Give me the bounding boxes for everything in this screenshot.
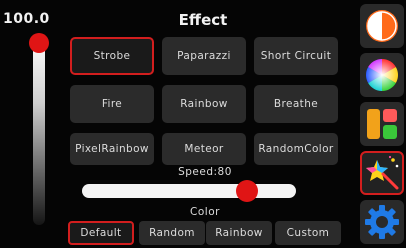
color-option-rainbow[interactable]: Rainbow (206, 221, 272, 245)
effect-button-meteor[interactable]: Meteor (162, 133, 246, 165)
speed-label: Speed:80 (178, 166, 232, 178)
settings-gear-icon (365, 205, 399, 239)
nav-layout-button[interactable] (360, 102, 404, 146)
brightness-slider[interactable] (29, 33, 49, 233)
contrast-icon (366, 10, 398, 42)
speed-slider[interactable] (82, 180, 296, 202)
effect-button-fire[interactable]: Fire (70, 85, 154, 123)
nav-rail (360, 4, 404, 248)
color-option-default[interactable]: Default (68, 221, 134, 245)
page-title: Effect (178, 11, 228, 29)
effect-button-randomcolor[interactable]: RandomColor (254, 133, 338, 165)
nav-settings-button[interactable] (360, 200, 404, 244)
brightness-slider-track[interactable] (33, 37, 45, 225)
brightness-slider-thumb[interactable] (29, 33, 49, 53)
nav-effects-button[interactable] (360, 151, 404, 195)
effect-button-rainbow[interactable]: Rainbow (162, 85, 246, 123)
color-wheel-icon (365, 59, 399, 91)
effect-button-short-circuit[interactable]: Short Circuit (254, 37, 338, 75)
color-option-custom[interactable]: Custom (275, 221, 341, 245)
effect-button-breathe[interactable]: Breathe (254, 85, 338, 123)
color-label: Color (190, 206, 220, 218)
nav-contrast-button[interactable] (360, 4, 404, 48)
brightness-value: 100.0 (3, 11, 50, 27)
speed-slider-track[interactable] (82, 184, 296, 198)
effect-button-pixelrainbow[interactable]: PixelRainbow (70, 133, 154, 165)
speed-slider-thumb[interactable] (235, 180, 258, 202)
nav-color-wheel-button[interactable] (360, 53, 404, 97)
color-option-random[interactable]: Random (139, 221, 205, 245)
magic-wand-icon (366, 155, 399, 190)
layout-icon (367, 109, 397, 139)
effect-button-strobe[interactable]: Strobe (70, 37, 154, 75)
effect-button-paparazzi[interactable]: Paparazzi (162, 37, 246, 75)
